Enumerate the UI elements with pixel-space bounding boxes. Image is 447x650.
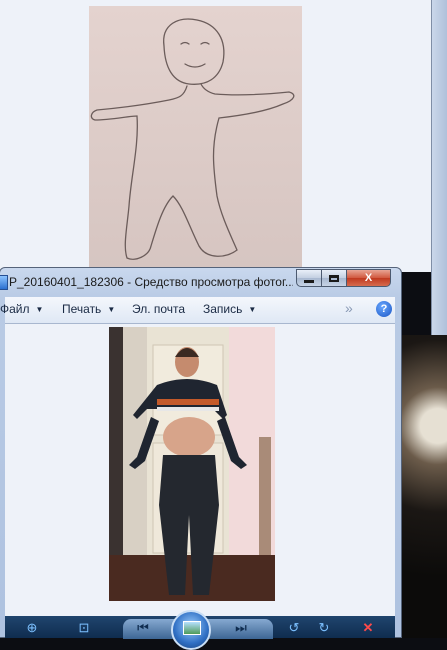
pencil-drawing-photo <box>89 6 302 268</box>
more-commands-icon[interactable]: » <box>345 300 353 316</box>
menu-burn-label: Запись <box>203 302 243 316</box>
rotate-right-icon[interactable]: ↻ <box>315 620 333 636</box>
close-button[interactable]: X <box>346 269 391 287</box>
previous-button[interactable]: ⏮ <box>133 620 153 636</box>
window-title: P_20160401_182306 - Средство просмотра ф… <box>9 275 293 289</box>
photo-viewer-app-icon <box>0 275 8 290</box>
bottom-toolbar: ⊕ ⊡ ⏮ ⏭ ↺ ↻ ✕ <box>5 610 395 650</box>
title-bar[interactable]: P_20160401_182306 - Средство просмотра ф… <box>0 268 401 296</box>
desktop-wallpaper <box>400 335 447 638</box>
menu-burn[interactable]: Запись ▼ <box>203 302 256 316</box>
dropdown-arrow-icon: ▼ <box>35 305 44 314</box>
delete-icon[interactable]: ✕ <box>359 620 377 636</box>
minimize-button[interactable] <box>296 269 322 287</box>
photo-viewer-window[interactable]: P_20160401_182306 - Средство просмотра ф… <box>0 267 402 650</box>
dropdown-arrow-icon: ▼ <box>107 305 116 314</box>
menu-print-label: Печать <box>62 302 102 316</box>
actual-size-icon[interactable]: ⊡ <box>75 620 93 636</box>
maximize-button[interactable] <box>321 269 347 287</box>
displayed-photo <box>109 327 275 601</box>
menu-bar: Файл ▼ Печать ▼ Эл. почта Запись ▼ » ? <box>0 297 395 324</box>
help-icon[interactable]: ? <box>376 301 392 317</box>
maximize-icon <box>329 274 339 282</box>
menu-file-label: Файл <box>0 302 30 316</box>
next-button[interactable]: ⏭ <box>231 620 251 636</box>
menu-print[interactable]: Печать ▼ <box>62 302 115 316</box>
minimize-icon <box>304 280 314 283</box>
close-icon: X <box>364 272 373 284</box>
background-photo-viewer-window[interactable] <box>0 0 432 272</box>
menu-email[interactable]: Эл. почта <box>132 302 185 316</box>
slideshow-button[interactable] <box>171 610 211 650</box>
menu-file[interactable]: Файл ▼ <box>0 302 43 316</box>
menu-email-label: Эл. почта <box>132 302 186 316</box>
dropdown-arrow-icon: ▼ <box>248 305 257 314</box>
photo-display-area <box>5 324 395 616</box>
zoom-icon[interactable]: ⊕ <box>21 620 43 636</box>
rotate-left-icon[interactable]: ↺ <box>285 620 303 636</box>
background-window-frame <box>431 0 447 335</box>
slideshow-icon <box>183 621 201 635</box>
